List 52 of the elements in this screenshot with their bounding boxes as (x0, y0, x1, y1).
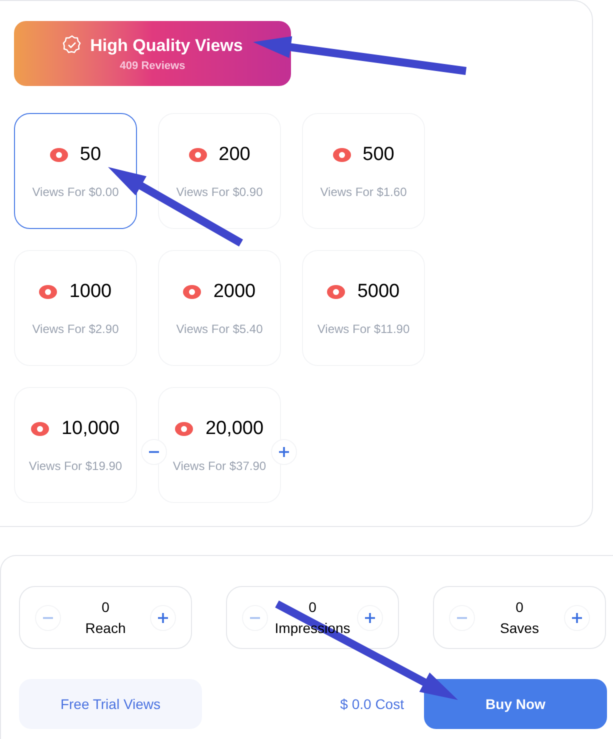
counter-label: Reach (85, 618, 126, 638)
view-amount: 20,000 (205, 416, 264, 441)
counter-value: 0 (308, 598, 316, 616)
eye-icon (50, 148, 68, 162)
package-price: Views For $19.90 (28, 458, 122, 476)
cost-label: $ 0.0 Cost (340, 694, 404, 714)
eye-icon (183, 285, 202, 299)
view-amount: 5000 (357, 280, 400, 304)
view-amount: 200 (218, 142, 250, 167)
package-price: Views For $0.90 (176, 184, 263, 202)
free-trial-button[interactable]: Free Trial Views (19, 679, 202, 729)
plus-icon (157, 612, 169, 624)
package-tile[interactable]: 50 Views For $0.00 (14, 113, 137, 229)
review-count: 409 Reviews (120, 59, 186, 74)
package-price: Views For $11.90 (317, 321, 410, 338)
verified-badge-icon (62, 35, 82, 56)
package-price: Views For $0.00 (32, 184, 119, 202)
view-amount: 50 (80, 142, 102, 167)
eye-icon (31, 422, 50, 436)
package-price: Views For $2.90 (32, 321, 119, 338)
package-tile[interactable]: 2000 Views For $5.40 (158, 250, 281, 366)
plus-icon (278, 446, 290, 458)
plus-button[interactable] (357, 604, 383, 630)
view-amount: 10,000 (61, 416, 120, 441)
view-amount: 2000 (213, 280, 256, 304)
eye-icon (327, 285, 346, 299)
plus-icon (570, 612, 583, 624)
package-price: Views For $1.60 (320, 184, 407, 202)
eye-icon (39, 285, 58, 299)
counter-value: 0 (516, 598, 524, 616)
package-tile[interactable]: 500 Views For $1.60 (302, 113, 425, 229)
package-tile[interactable]: 200 Views For $0.90 (158, 113, 281, 229)
package-tile[interactable]: 10,000 Views For $19.90 (14, 387, 137, 503)
package-price: Views For $37.90 (172, 458, 266, 476)
plus-icon (364, 612, 376, 624)
package-tile[interactable]: 20,000 Views For $37.90 (158, 387, 281, 503)
minus-button[interactable] (141, 439, 167, 465)
plus-button[interactable] (564, 604, 590, 630)
view-amount: 500 (362, 142, 394, 167)
buy-now-button[interactable]: Buy Now (424, 679, 607, 729)
eye-icon (332, 148, 351, 162)
counter-value: 0 (102, 598, 110, 616)
eye-icon (188, 148, 207, 162)
package-price: Views For $5.40 (176, 321, 263, 338)
plus-button[interactable] (271, 439, 297, 465)
banner-title: High Quality Views (90, 34, 243, 57)
plus-button[interactable] (150, 604, 176, 630)
eye-icon (175, 422, 194, 436)
package-tile[interactable]: 5000 Views For $11.90 (302, 250, 425, 366)
package-tile[interactable]: 1000 Views For $2.90 (14, 250, 137, 366)
counter-label: Saves (500, 618, 539, 638)
view-amount: 1000 (69, 280, 112, 304)
